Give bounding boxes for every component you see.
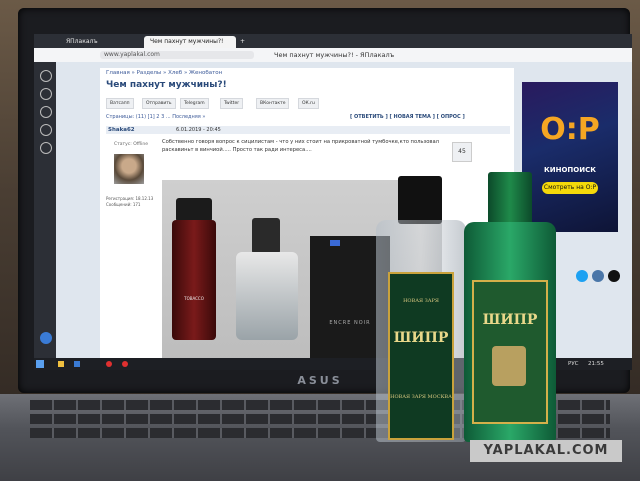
tiktok-icon[interactable] — [608, 270, 620, 282]
share-buttons-row: Ватсапп Отправить Telegram Twitter ВКонт… — [106, 98, 506, 109]
sidebar-messages-icon[interactable] — [40, 88, 52, 100]
bottle-left-subtitle: НОВАЯ ЗАРЯ МОСКВА — [390, 394, 452, 400]
share-whatsapp-button[interactable]: Ватсапп — [106, 98, 134, 109]
author-post-count: Сообщений: 171 — [106, 202, 141, 207]
bottle-left-label: НОВАЯ ЗАРЯ ШИПР НОВАЯ ЗАРЯ МОСКВА — [388, 272, 454, 440]
sidebar-bookmarks-icon[interactable] — [40, 142, 52, 154]
sidebar-home-icon[interactable] — [40, 70, 52, 82]
pagination[interactable]: Страницы: (11) [1] 2 3 ... Последняя » — [106, 114, 205, 120]
share-vk-button[interactable]: ВКонтакте — [256, 98, 290, 109]
tab-active-topic[interactable]: Чем пахнут мужчины?! — [144, 36, 236, 48]
sidebar-assistant-icon[interactable] — [40, 332, 52, 344]
post-date: 6.01.2019 - 20:45 — [176, 127, 221, 133]
ad-logo: О:Р — [540, 112, 600, 147]
taskbar-opera-icon[interactable] — [106, 361, 112, 367]
bottle-left-title: ШИПР — [393, 330, 449, 346]
sidebar-history-icon[interactable] — [40, 106, 52, 118]
post-rating[interactable]: 45 — [452, 142, 472, 162]
bottle-right-emblem — [492, 346, 526, 386]
watermark: YAPLAKAL.COM — [470, 440, 622, 462]
start-button-icon[interactable] — [36, 360, 44, 368]
address-input[interactable]: www.yaplakal.com — [100, 51, 254, 59]
taskbar-explorer-icon[interactable] — [58, 361, 64, 367]
avatar[interactable] — [114, 154, 144, 184]
photo-bottle2-cap — [252, 218, 280, 254]
browser-sidebar — [34, 62, 56, 358]
tray-language[interactable]: РУС — [568, 358, 579, 370]
tray-clock[interactable]: 21:55 — [588, 358, 604, 370]
shipr-bottle-left: НОВАЯ ЗАРЯ ШИПР НОВАЯ ЗАРЯ МОСКВА — [376, 176, 466, 442]
bottle-left-brand: НОВАЯ ЗАРЯ — [403, 298, 439, 304]
bottle-left-cap — [398, 176, 442, 224]
shipr-bottle-right: ШИПР — [464, 172, 556, 442]
bottle-right-label: ШИПР — [472, 280, 548, 424]
address-bar-row: www.yaplakal.com Чем пахнут мужчины?! - … — [34, 48, 632, 63]
bottle-right-title: ШИПР — [482, 312, 538, 328]
photo-bottle2 — [236, 252, 298, 340]
photo-bottle1-cap — [176, 198, 212, 222]
tab-yaplakal[interactable]: ЯПлакалъ — [60, 36, 146, 48]
breadcrumb[interactable]: Главная » Разделы » Хлеб » Женобатон — [106, 70, 222, 76]
share-ok-button[interactable]: ОК.ru — [298, 98, 319, 109]
page-title: Чем пахнут мужчины?! - ЯПлакалъ — [274, 51, 395, 59]
bottle-right-cap — [488, 172, 532, 226]
post-text: Собственно говоря вопрос к сицилистам - … — [162, 139, 439, 153]
taskbar-app-icon[interactable] — [74, 361, 80, 367]
photo-bottle1: TOBACCO — [172, 220, 216, 340]
post-author[interactable]: Shaka62 — [108, 126, 135, 134]
sidebar-downloads-icon[interactable] — [40, 124, 52, 136]
author-info: Регистрация: 18.12.13 Сообщений: 171 — [106, 196, 153, 208]
twitter-icon[interactable] — [576, 270, 588, 282]
share-send-button[interactable]: Отправить — [142, 98, 176, 109]
author-status: Статус: Offline — [114, 142, 148, 147]
share-telegram-button[interactable]: Telegram — [180, 98, 209, 109]
photo-bottle1-label: TOBACCO — [184, 296, 204, 301]
share-twitter-button[interactable]: Twitter — [220, 98, 244, 109]
photo-device-light — [330, 240, 340, 246]
vk-icon[interactable] — [592, 270, 604, 282]
topic-actions[interactable]: [ ОТВЕТИТЬ ] [ НОВАЯ ТЕМА ] [ ОПРОС ] — [350, 114, 465, 120]
laptop-brand-logo: ASUS — [297, 374, 343, 387]
taskbar-yandex-icon[interactable] — [122, 361, 128, 367]
browser-tab-bar: ЯПлакалъ Чем пахнут мужчины?! + — [34, 34, 632, 48]
post-header: Shaka62 6.01.2019 - 20:45 — [106, 126, 510, 134]
topic-title: Чем пахнут мужчины?! — [106, 80, 227, 90]
new-tab-button[interactable]: + — [234, 36, 250, 48]
